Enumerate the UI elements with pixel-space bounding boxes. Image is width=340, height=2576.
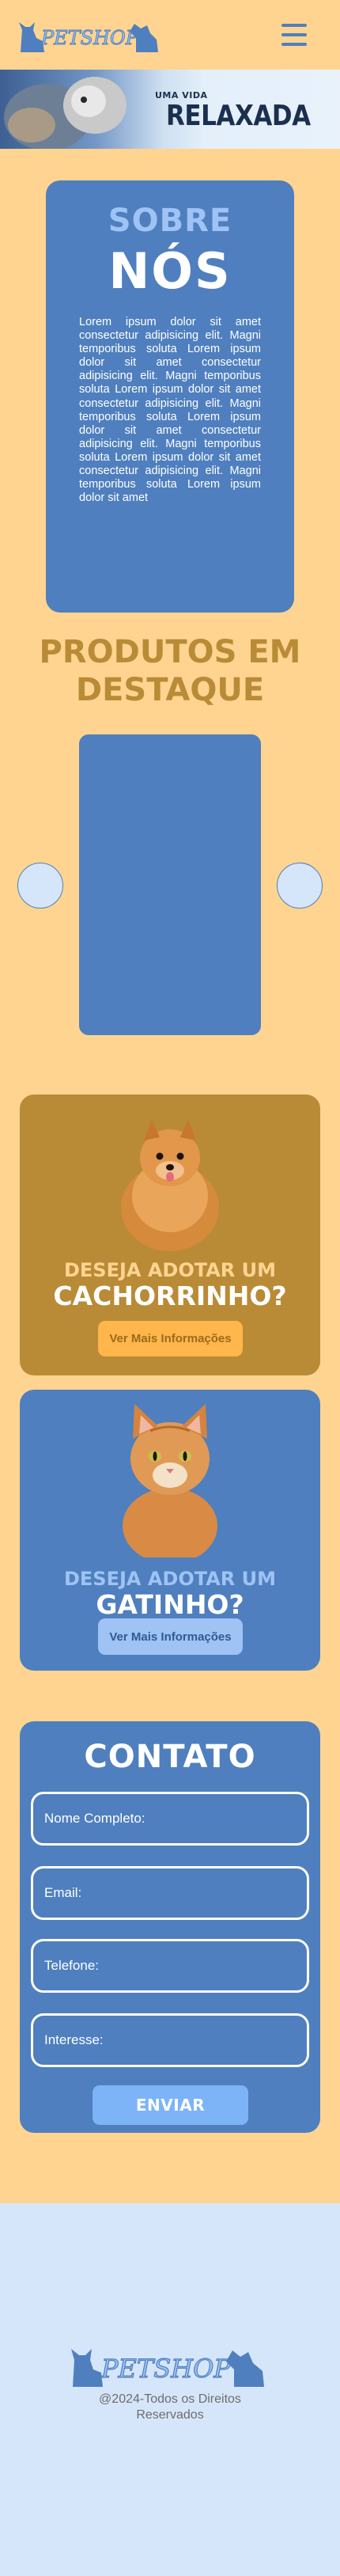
site-footer: PETSHOP @2024-Todos os Direitos Reservad… [0,2203,340,2576]
product-card[interactable] [79,734,261,1035]
adopt-dog-info-button[interactable]: Ver Mais Informações [98,1321,243,1356]
contact-section: CONTATO ENVIAR [20,1721,320,2133]
dog-icon [226,2350,264,2387]
menu-bar [281,24,307,27]
adopt-cat-line1: DESEJA ADOTAR UM [63,1568,277,1590]
about-title-big: NÓS [108,242,232,300]
adopt-cat-info-button[interactable]: Ver Mais Informações [98,1618,243,1655]
interest-field[interactable] [31,2013,309,2067]
products-title-line2: DESTAQUE [75,672,265,708]
carousel-next-button[interactable] [277,863,323,909]
banner-title: RELAXADA [166,100,311,132]
hero-banner: UMA VIDA RELAXADA [0,70,340,149]
email-field[interactable] [31,1866,309,1920]
cat-photo [123,1404,217,1557]
hamburger-menu-icon[interactable] [281,24,307,47]
logo-text: PETSHOP [40,27,139,49]
copyright-line2: Reservados [136,2408,204,2422]
cat-icon [71,2349,103,2387]
adopt-dog-line1: DESEJA ADOTAR UM [63,1259,277,1281]
footer-logo-text: PETSHOP [100,2354,231,2384]
pomeranian-photo [121,1120,219,1251]
footer-petshop-logo[interactable]: PETSHOP [70,2343,267,2388]
adopt-dog-line2: CACHORRINHO? [53,1280,287,1311]
phone-field[interactable] [31,1939,309,1993]
products-title-line1: PRODUTOS EM [39,634,301,670]
about-section: SOBRE NÓS Lorem ipsum dolor sit amet con… [46,180,294,613]
about-text: Lorem ipsum dolor sit amet consectetur a… [79,316,261,505]
products-title: PRODUTOS EM DESTAQUE [0,633,340,709]
menu-bar [281,33,307,36]
copyright-text: @2024-Todos os Direitos Reservados [0,2392,340,2423]
contact-title: CONTATO [84,1739,256,1775]
menu-bar [281,43,307,46]
adopt-cat-card: DESEJA ADOTAR UM GATINHO? Ver Mais Infor… [20,1390,320,1671]
adopt-dog-card: DESEJA ADOTAR UM CACHORRINHO? Ver Mais I… [20,1095,320,1375]
name-field[interactable] [31,1792,309,1846]
petshop-logo[interactable]: PETSHOP [17,17,160,54]
copyright-line1: @2024-Todos os Direitos [99,2392,241,2406]
pets-photo [4,77,127,149]
site-header: PETSHOP [0,0,340,70]
carousel-prev-button[interactable] [17,863,63,909]
adopt-cat-line2: GATINHO? [96,1589,244,1620]
about-title-small: SOBRE [108,203,232,239]
send-button[interactable]: ENVIAR [93,2085,248,2125]
